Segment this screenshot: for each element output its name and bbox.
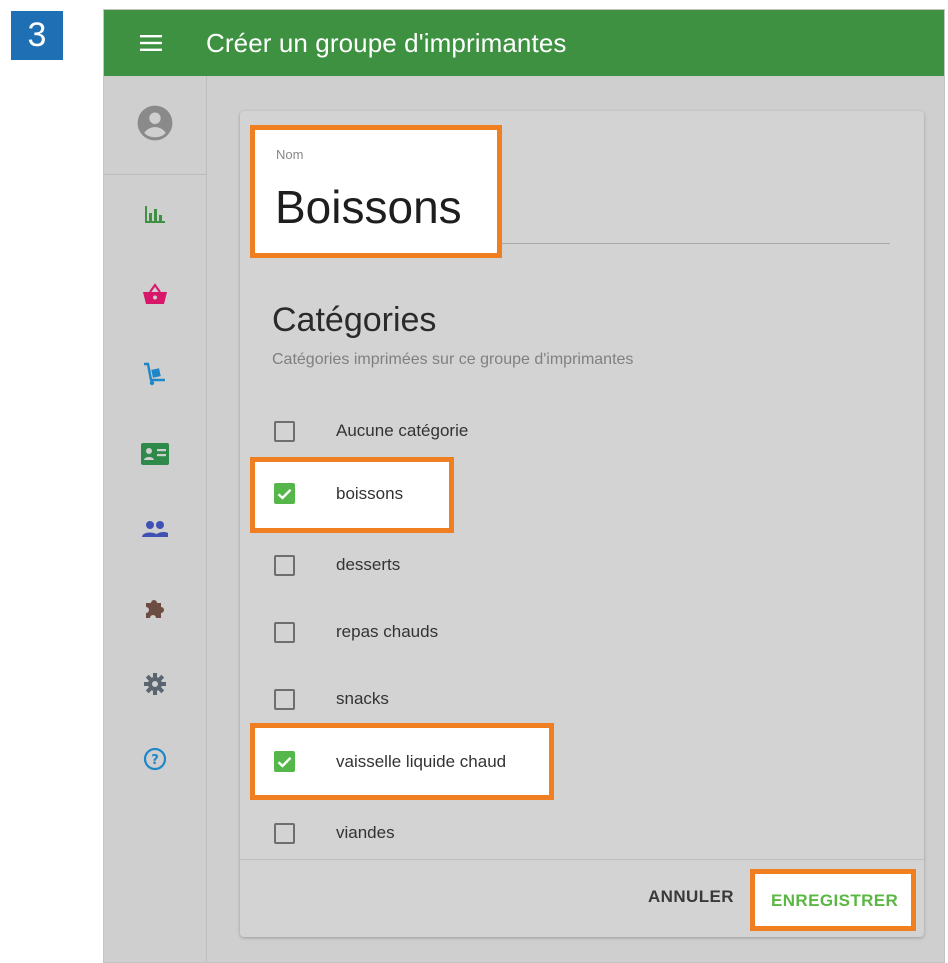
category-row-viandes[interactable]: viandes — [274, 818, 395, 848]
page-title: Créer un groupe d'imprimantes — [206, 27, 567, 58]
sidebar-item-stock[interactable] — [104, 351, 206, 401]
sidebar-item-plugins[interactable] — [104, 586, 206, 636]
name-field-underline — [272, 243, 890, 244]
categories-title: Catégories — [272, 301, 437, 339]
category-row-aucune-categorie[interactable]: Aucune catégorie — [274, 416, 468, 446]
category-row-snacks[interactable]: snacks — [274, 684, 389, 714]
menu-icon[interactable] — [138, 33, 164, 53]
sidebar-item-sales[interactable] — [104, 271, 206, 321]
people-icon — [141, 520, 169, 543]
category-label: Aucune catégorie — [336, 421, 469, 440]
step-number-badge: 3 — [11, 11, 63, 60]
puzzle-icon — [143, 597, 167, 626]
sidebar-item-users[interactable] — [104, 506, 206, 556]
help-icon: ? — [143, 747, 167, 776]
sidebar-item-settings[interactable] — [104, 661, 206, 711]
checkbox-unchecked[interactable] — [274, 420, 295, 442]
category-label: viandes — [336, 823, 395, 842]
app-bar: Créer un groupe d'imprimantes — [104, 10, 944, 76]
checkbox-unchecked[interactable] — [274, 822, 295, 844]
svg-text:?: ? — [151, 753, 159, 768]
hand-truck-icon — [142, 362, 168, 391]
bar-chart-icon — [144, 204, 166, 229]
category-label: desserts — [336, 555, 401, 574]
checkbox-unchecked[interactable] — [274, 621, 295, 643]
category-label: vaisselle liquide chaud — [336, 756, 507, 775]
category-row-boissons[interactable]: boissons — [274, 483, 403, 513]
sidebar: ? — [104, 76, 207, 962]
category-label: boissons — [336, 488, 404, 507]
app-window: Créer un groupe d'imprimantes ? Catégori… — [104, 10, 944, 962]
category-row-vaisselle-liquide-chaud[interactable]: vaisselle liquide chaud — [274, 751, 506, 781]
sidebar-item-customers[interactable] — [104, 431, 206, 481]
basket-icon — [142, 282, 168, 310]
checkbox-unchecked[interactable] — [274, 554, 295, 576]
category-label: repas chauds — [336, 622, 439, 641]
gear-icon — [143, 672, 167, 701]
sidebar-item-statistics[interactable] — [104, 191, 206, 241]
account-circle-icon — [136, 104, 174, 147]
sidebar-avatar[interactable] — [104, 76, 206, 175]
checkbox-unchecked[interactable] — [274, 688, 295, 710]
checkbox-checked[interactable] — [274, 487, 295, 509]
actions-divider — [240, 859, 924, 860]
checkbox-checked[interactable] — [274, 755, 295, 777]
category-label: snacks — [336, 689, 389, 708]
categories-subtitle: Catégories imprimées sur ce groupe d'imp… — [272, 351, 634, 368]
sidebar-item-help[interactable]: ? — [104, 736, 206, 786]
category-row-repas-chauds[interactable]: repas chauds — [274, 617, 438, 647]
contact-card-icon — [141, 442, 169, 470]
cancel-button[interactable]: ANNULER — [648, 887, 734, 907]
category-row-desserts[interactable]: desserts — [274, 550, 400, 580]
printer-group-form-card: Catégories Catégories imprimées sur ce g… — [240, 111, 924, 937]
